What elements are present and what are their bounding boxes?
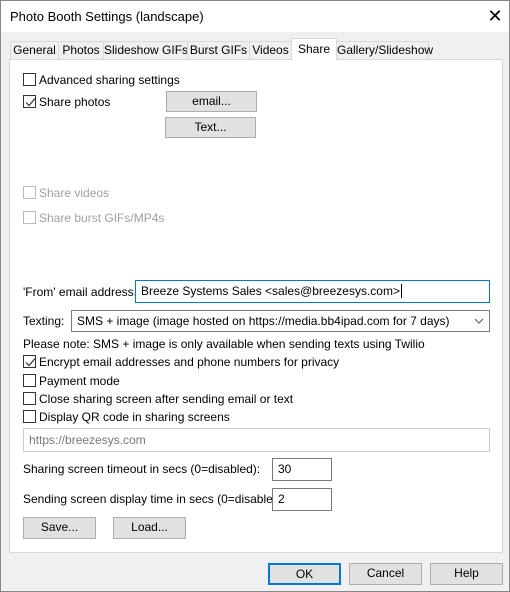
texting-label: Texting: <box>23 314 65 328</box>
twilio-note: Please note: SMS + image is only availab… <box>23 337 425 351</box>
sharing-timeout-input[interactable]: 30 <box>272 458 332 481</box>
tab-photos[interactable]: Photos <box>58 41 104 60</box>
text-button[interactable]: Text... <box>165 117 256 138</box>
email-button[interactable]: email... <box>166 91 257 112</box>
qr-url-input[interactable]: https://breezesys.com <box>23 428 490 452</box>
share-burst-label: Share burst GIFs/MP4s <box>39 211 165 225</box>
encrypt-label: Encrypt email addresses and phone number… <box>39 355 340 369</box>
sharing-timeout-label: Sharing screen timeout in secs (0=disabl… <box>23 462 261 476</box>
from-email-input[interactable]: Breeze Systems Sales <sales@breezesys.co… <box>135 280 490 303</box>
window-title: Photo Booth Settings (landscape) <box>10 9 204 24</box>
share-photos-checkbox[interactable] <box>23 95 36 108</box>
checkmark-icon <box>25 358 36 367</box>
payment-mode-label: Payment mode <box>39 374 120 388</box>
qr-code-checkbox[interactable] <box>23 410 36 423</box>
save-button[interactable]: Save... <box>23 517 96 539</box>
texting-select[interactable]: SMS + image (image hosted on https://med… <box>71 310 490 332</box>
texting-value: SMS + image (image hosted on https://med… <box>77 314 450 328</box>
encrypt-checkbox[interactable] <box>23 355 36 368</box>
close-after-send-checkbox[interactable] <box>23 392 36 405</box>
tab-burst-gifs[interactable]: Burst GIFs <box>187 41 250 60</box>
payment-mode-checkbox[interactable] <box>23 374 36 387</box>
from-email-label: 'From' email address: <box>23 285 137 299</box>
load-button[interactable]: Load... <box>113 517 186 539</box>
qr-code-label: Display QR code in sharing screens <box>39 410 230 424</box>
advanced-sharing-label: Advanced sharing settings <box>39 73 180 87</box>
sending-time-label: Sending screen display time in secs (0=d… <box>23 492 287 506</box>
share-videos-checkbox[interactable] <box>23 186 36 199</box>
tab-general[interactable]: General <box>10 41 59 60</box>
close-icon[interactable]: ✕ <box>485 5 505 27</box>
tab-share[interactable]: Share <box>291 38 337 60</box>
tab-videos[interactable]: Videos <box>249 41 292 60</box>
advanced-sharing-checkbox[interactable] <box>23 73 36 86</box>
settings-dialog: Photo Booth Settings (landscape) ✕ Gener… <box>0 0 510 592</box>
chevron-down-icon <box>474 311 484 337</box>
ok-button[interactable]: OK <box>268 563 341 585</box>
share-photos-label: Share photos <box>39 95 111 109</box>
help-button[interactable]: Help <box>430 563 503 585</box>
title-bar: Photo Booth Settings (landscape) ✕ <box>1 1 509 32</box>
share-tab-panel <box>9 59 503 553</box>
share-videos-label: Share videos <box>39 186 110 200</box>
checkmark-icon <box>25 98 36 107</box>
cancel-button[interactable]: Cancel <box>349 563 422 585</box>
tab-gallery-slideshow[interactable]: Gallery/Slideshow <box>336 41 433 60</box>
tab-slideshow-gifs[interactable]: Slideshow GIFs <box>103 41 188 60</box>
sending-time-input[interactable]: 2 <box>272 488 332 511</box>
close-after-send-label: Close sharing screen after sending email… <box>39 392 294 406</box>
share-burst-checkbox[interactable] <box>23 211 36 224</box>
from-email-value: Breeze Systems Sales <sales@breezesys.co… <box>141 284 400 298</box>
